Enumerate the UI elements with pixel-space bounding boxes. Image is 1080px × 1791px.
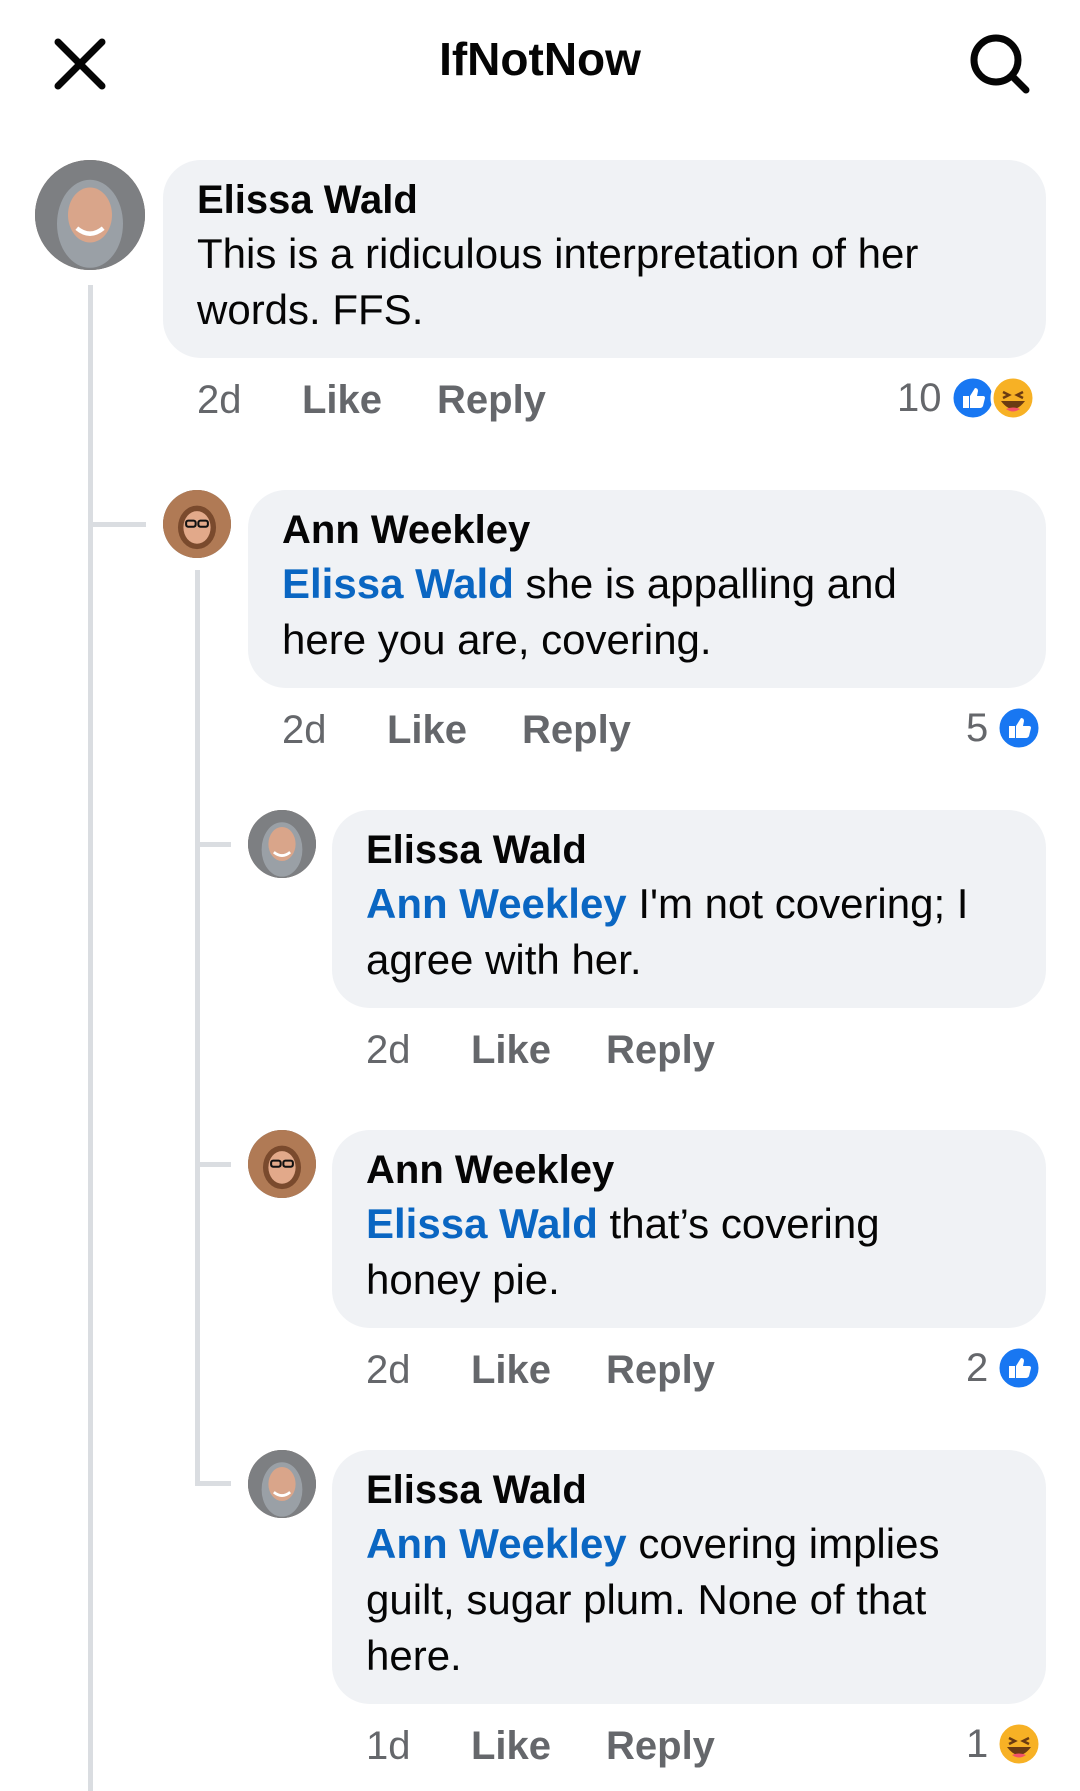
reply-button[interactable]: Reply <box>522 702 631 758</box>
comment-actions: 2d Like Reply <box>197 372 717 428</box>
like-button[interactable]: Like <box>387 702 467 758</box>
avatar[interactable] <box>35 160 145 270</box>
avatar[interactable] <box>248 1130 316 1198</box>
comment-actions: 2d Like Reply <box>366 1342 886 1398</box>
comment-bubble[interactable]: Elissa Wald Ann Weekley I'm not covering… <box>332 810 1046 1008</box>
reply-button[interactable]: Reply <box>606 1022 715 1078</box>
search-icon[interactable] <box>960 24 1040 104</box>
comment-actions: 1d Like Reply <box>366 1718 886 1774</box>
comment-text: Elissa Wald that’s covering honey pie. <box>366 1200 880 1303</box>
comment-author[interactable]: Elissa Wald <box>366 824 1012 876</box>
avatar[interactable] <box>163 490 231 558</box>
like-button[interactable]: Like <box>471 1718 551 1774</box>
mention-link[interactable]: Ann Weekley <box>366 1520 627 1567</box>
thread-connector <box>88 522 146 527</box>
mention-link[interactable]: Elissa Wald <box>282 560 514 607</box>
thread-connector <box>195 1481 231 1486</box>
reply-button[interactable]: Reply <box>606 1718 715 1774</box>
comment-text: This is a ridiculous interpretation of h… <box>197 230 919 333</box>
comment-time: 2d <box>197 378 242 422</box>
like-reaction-icon <box>996 705 1042 751</box>
thread-line-nested <box>195 570 200 1486</box>
reaction-count: 10 <box>897 375 942 420</box>
comment-time: 2d <box>366 1028 411 1072</box>
like-button[interactable]: Like <box>471 1022 551 1078</box>
reaction-summary[interactable]: 1 <box>966 1719 1042 1769</box>
thread-connector <box>195 1162 231 1167</box>
reaction-summary[interactable]: 5 <box>966 703 1042 753</box>
mention-link[interactable]: Elissa Wald <box>366 1200 598 1247</box>
comment-author[interactable]: Elissa Wald <box>197 174 1012 226</box>
top-bar: IfNotNow <box>0 0 1080 130</box>
reaction-summary[interactable]: 2 <box>966 1343 1042 1393</box>
thread-line-main <box>88 285 93 1791</box>
like-reaction-icon <box>996 1345 1042 1391</box>
comment-author[interactable]: Ann Weekley <box>366 1144 1012 1196</box>
avatar[interactable] <box>248 810 316 878</box>
comment-text: Ann Weekley covering implies guilt, suga… <box>366 1520 940 1679</box>
avatar[interactable] <box>248 1450 316 1518</box>
mention-link[interactable]: Ann Weekley <box>366 880 627 927</box>
comment-author[interactable]: Ann Weekley <box>282 504 1012 556</box>
comment-text: Ann Weekley I'm not covering; I agree wi… <box>366 880 969 983</box>
haha-reaction-icon <box>996 1721 1042 1767</box>
comment-bubble[interactable]: Ann Weekley Elissa Wald that’s covering … <box>332 1130 1046 1328</box>
thread-connector <box>195 842 231 847</box>
reaction-count: 1 <box>966 1721 989 1766</box>
reaction-count: 5 <box>966 705 989 750</box>
comment-bubble[interactable]: Ann Weekley Elissa Wald she is appalling… <box>248 490 1046 688</box>
comment-bubble[interactable]: Elissa Wald This is a ridiculous interpr… <box>163 160 1046 358</box>
comment-time: 1d <box>366 1724 411 1768</box>
like-button[interactable]: Like <box>471 1342 551 1398</box>
reply-button[interactable]: Reply <box>606 1342 715 1398</box>
comment-time: 2d <box>282 708 327 752</box>
like-button[interactable]: Like <box>302 372 382 428</box>
comment-author[interactable]: Elissa Wald <box>366 1464 1012 1516</box>
page-title: IfNotNow <box>439 33 641 85</box>
comment-text: Elissa Wald she is appalling and here yo… <box>282 560 897 663</box>
reaction-count: 2 <box>966 1345 989 1390</box>
comment-bubble[interactable]: Elissa Wald Ann Weekley covering implies… <box>332 1450 1046 1704</box>
haha-reaction-icon <box>990 375 1036 421</box>
reply-button[interactable]: Reply <box>437 372 546 428</box>
comment-actions: 2d Like Reply <box>366 1022 886 1078</box>
comment-actions: 2d Like Reply <box>282 702 802 758</box>
reaction-summary[interactable]: 10 <box>897 373 1036 423</box>
comment-time: 2d <box>366 1348 411 1392</box>
